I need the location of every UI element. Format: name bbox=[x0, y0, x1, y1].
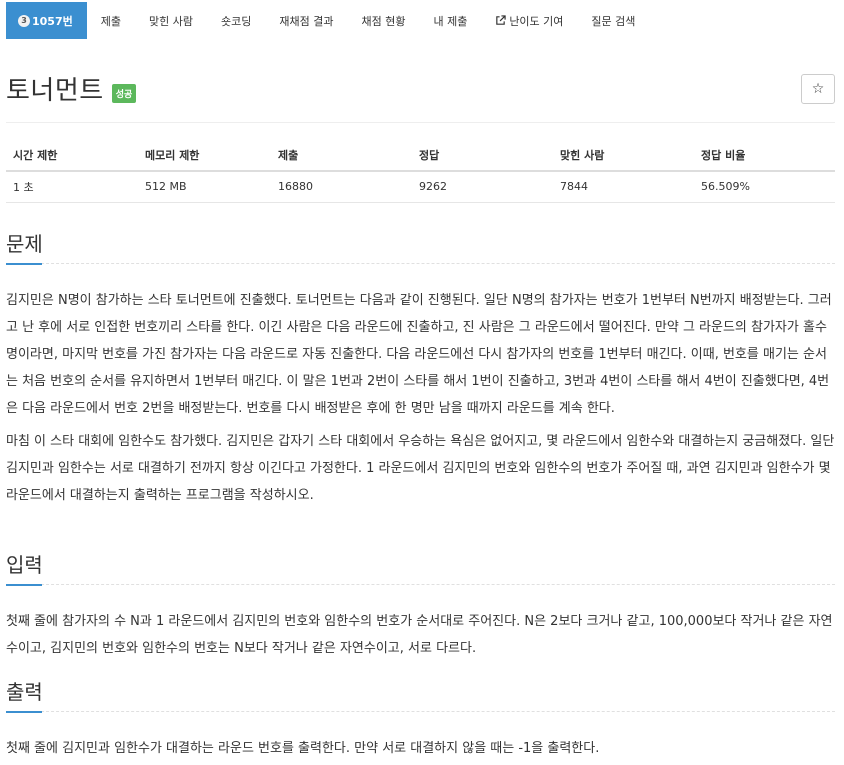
input-section: 입력 첫째 줄에 참가자의 수 N과 1 라운드에서 김지민의 번호와 임한수의… bbox=[6, 551, 835, 662]
tab-submit[interactable]: 제출 bbox=[87, 2, 135, 39]
output-description: 첫째 줄에 김지민과 임한수가 대결하는 라운드 번호를 출력한다. 만약 서로… bbox=[6, 741, 600, 756]
problem-description-section: 문제 김지민은 N명이 참가하는 스타 토너먼트에 진출했다. 토너먼트는 다음… bbox=[6, 230, 835, 509]
tab-judge-status[interactable]: 채점 현황 bbox=[347, 2, 419, 39]
star-icon: ☆ bbox=[811, 81, 825, 97]
table-header-row: 시간 제한 메모리 제한 제출 정답 맞힌 사람 정답 비율 bbox=[6, 140, 835, 172]
tab-label: 제출 bbox=[100, 14, 121, 28]
section-title: 출력 bbox=[6, 680, 43, 704]
tab-my-submissions[interactable]: 내 제출 bbox=[419, 2, 481, 39]
status-badge: 성공 bbox=[111, 83, 137, 103]
accept-ratio-value: 56.509% bbox=[694, 171, 835, 203]
header-solvers: 맞힌 사람 bbox=[553, 140, 694, 172]
description-paragraph: 김지민은 N명이 참가하는 스타 토너먼트에 진출했다. 토너먼트는 다음과 같… bbox=[6, 293, 832, 416]
tab-label: 1057번 bbox=[32, 14, 73, 28]
tab-label: 채점 현황 bbox=[361, 14, 406, 28]
section-title: 문제 bbox=[6, 232, 43, 256]
tab-solvers[interactable]: 맞힌 사람 bbox=[135, 2, 207, 39]
tab-label: 재채점 결과 bbox=[279, 14, 334, 28]
memory-limit-value: 512 MB bbox=[138, 171, 271, 203]
solvers-value: 7844 bbox=[553, 171, 694, 203]
header-accepted: 정답 bbox=[412, 140, 553, 172]
problem-title: 토너먼트 bbox=[6, 75, 104, 106]
section-title: 입력 bbox=[6, 553, 43, 577]
tab-problem-number[interactable]: 3 1057번 bbox=[6, 2, 87, 39]
tier-badge-icon: 3 bbox=[18, 14, 30, 27]
favorite-star-button[interactable]: ☆ bbox=[801, 74, 835, 104]
tab-label: 난이도 기여 bbox=[509, 14, 564, 28]
section-underline bbox=[6, 711, 835, 713]
accepted-value: 9262 bbox=[412, 171, 553, 203]
time-limit-value: 1 초 bbox=[6, 171, 138, 203]
description-paragraph: 마침 이 스타 대회에 임한수도 참가했다. 김지민은 갑자기 스타 대회에서 … bbox=[6, 434, 835, 503]
tab-difficulty-contribution[interactable]: 난이도 기여 bbox=[481, 2, 577, 39]
tab-label: 숏코딩 bbox=[220, 14, 252, 28]
problem-title-row: 토너먼트 성공 bbox=[6, 70, 137, 106]
submissions-value: 16880 bbox=[271, 171, 412, 203]
output-section: 출력 첫째 줄에 김지민과 임한수가 대결하는 라운드 번호를 출력한다. 만약… bbox=[6, 678, 835, 762]
header-submissions: 제출 bbox=[271, 140, 412, 172]
problem-menu-tabs: 3 1057번 제출 맞힌 사람 숏코딩 재채점 결과 채점 현황 내 제출 난… bbox=[6, 2, 649, 39]
tab-label: 질문 검색 bbox=[591, 14, 636, 28]
header-accept-ratio: 정답 비율 bbox=[694, 140, 835, 172]
section-underline bbox=[6, 584, 835, 586]
header-time-limit: 시간 제한 bbox=[6, 140, 138, 172]
divider bbox=[6, 122, 835, 123]
tab-rejudge-results[interactable]: 재채점 결과 bbox=[265, 2, 347, 39]
tab-question-search[interactable]: 질문 검색 bbox=[577, 2, 649, 39]
table-row: 1 초 512 MB 16880 9262 7844 56.509% bbox=[6, 171, 835, 203]
tab-short-coding[interactable]: 숏코딩 bbox=[207, 2, 265, 39]
external-link-icon bbox=[496, 15, 506, 25]
input-description: 첫째 줄에 참가자의 수 N과 1 라운드에서 김지민의 번호와 임한수의 번호… bbox=[6, 614, 833, 656]
tab-label: 내 제출 bbox=[433, 14, 468, 28]
section-underline bbox=[6, 263, 835, 265]
problem-info-table: 시간 제한 메모리 제한 제출 정답 맞힌 사람 정답 비율 1 초 512 M… bbox=[6, 140, 835, 203]
header-memory-limit: 메모리 제한 bbox=[138, 140, 271, 172]
tab-label: 맞힌 사람 bbox=[149, 14, 193, 28]
